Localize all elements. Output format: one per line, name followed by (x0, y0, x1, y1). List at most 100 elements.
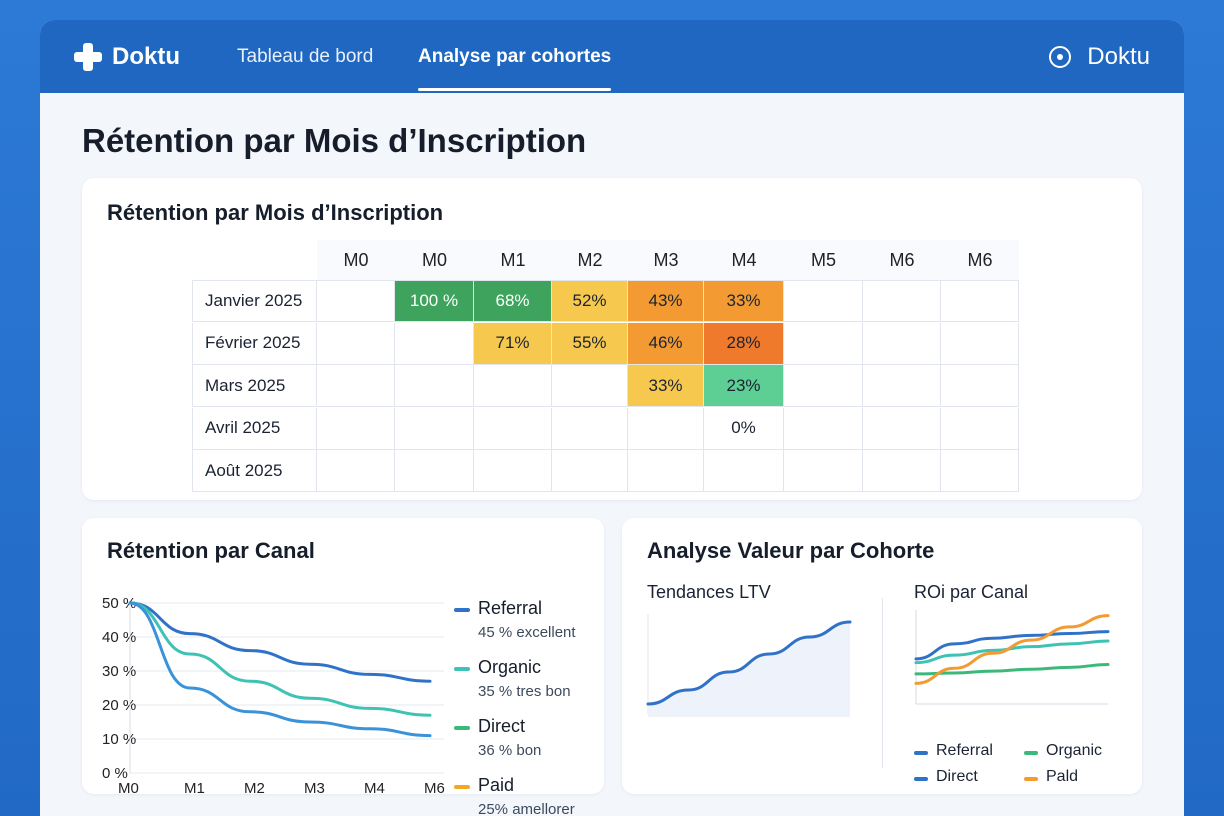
heatmap-cell (395, 407, 474, 450)
heatmap-cell (784, 450, 863, 492)
heatmap-cell (474, 407, 552, 450)
heatmap-cell (784, 280, 863, 322)
heatmap-cell (863, 450, 941, 492)
channel-retention-card: Rétention par Canal 50 % 40 % 30 % 20 % 10 %… (82, 518, 604, 816)
brand-name: Doktu (112, 42, 180, 70)
heatmap-row-label: Janvier 2025 (192, 280, 317, 322)
heatmap-cell: 52% (552, 280, 628, 322)
heatmap-cell (317, 450, 395, 492)
heatmap-cell: 43% (628, 280, 704, 322)
heatmap-cell (784, 365, 863, 407)
heatmap-row-label: Avril 2025 (192, 407, 317, 450)
ltv-trend-chart (646, 614, 852, 717)
legend-swatch (454, 667, 470, 671)
legend-subtitle: 36 % bon (478, 742, 542, 759)
x-tick-label: M0 (118, 780, 139, 793)
heatmap-cell: 23% (704, 365, 784, 407)
heatmap-cell (704, 450, 784, 492)
tab-cohort-analysis[interactable]: Analyse par cohortes (418, 20, 612, 93)
heatmap-cell (784, 407, 863, 450)
legend-subtitle: 45 % excellent (478, 624, 576, 641)
heatmap-column-header: M1 (474, 240, 552, 280)
heatmap-column-header: M0 (395, 240, 474, 280)
heatmap-cell (941, 280, 1019, 322)
heatmap-cell (317, 365, 395, 407)
heatmap-cell (628, 407, 704, 450)
heatmap-cell (317, 407, 395, 450)
legend-subtitle: 25% amellorer (478, 801, 575, 816)
channel-retention-chart: 50 %40 %30 %20 %10 %0 %M0 M1 M2 M3 M4 M6 (102, 595, 445, 793)
series-line-referral (128, 601, 432, 683)
x-tick-label: M1 (184, 780, 205, 793)
roi-legend-label: Referral (936, 742, 993, 759)
heatmap-cell (863, 322, 941, 365)
user-menu[interactable]: Doktu (1049, 20, 1150, 93)
heatmap-cell (941, 407, 1019, 450)
heatmap-cell (863, 280, 941, 322)
brand[interactable]: Doktu (74, 42, 180, 71)
series-line-organic (128, 601, 432, 717)
heatmap-cell (941, 322, 1019, 365)
roi-legend-swatch (914, 777, 928, 781)
app-window: Doktu Tableau de bord Analyse par cohort… (40, 20, 1184, 816)
heatmap-cell: 33% (628, 365, 704, 407)
heatmap-cell: 71% (474, 322, 552, 365)
roi-channel-chart (914, 610, 1110, 705)
heatmap-cell: 100 % (395, 280, 474, 322)
heatmap-column-header: M4 (704, 240, 784, 280)
tab-dashboard[interactable]: Tableau de bord (237, 20, 373, 93)
page-title: Rétention par Mois d’Inscription (82, 122, 587, 159)
heatmap-cell: 33% (704, 280, 784, 322)
heatmap-column-header: M5 (784, 240, 863, 280)
roi-legend-swatch (1024, 751, 1038, 755)
chart-divider (882, 598, 883, 768)
heatmap-cell (941, 450, 1019, 492)
roi-legend-swatch (914, 751, 928, 755)
y-tick-label: 10 % (102, 731, 136, 748)
ltv-chart-title: Tendances LTV (647, 582, 771, 602)
roi-chart-title: ROi par Canal (914, 582, 1029, 602)
x-tick-label: M3 (304, 780, 325, 793)
x-tick-label: M2 (244, 780, 265, 793)
heatmap-cell (317, 322, 395, 365)
value-card-title: Analyse Valeur par Cohorte (647, 538, 935, 563)
legend-name: Paid (478, 775, 515, 795)
heatmap-cell (395, 450, 474, 492)
user-name: Doktu (1087, 42, 1150, 70)
heatmap-cell (941, 365, 1019, 407)
x-tick-label: M6 (424, 780, 445, 793)
heatmap-cell (395, 365, 474, 407)
heatmap-cell: 55% (552, 322, 628, 365)
heatmap-cell: 0% (704, 407, 784, 450)
value-analysis-card: Analyse Valeur par Cohorte Tendances LTV… (622, 518, 1142, 794)
heatmap-cell: 68% (474, 280, 552, 322)
series-line-direct (128, 601, 432, 738)
channel-card-title: Rétention par Canal (107, 538, 315, 563)
heatmap-column-header: M6 (863, 240, 941, 280)
heatmap-row-label: Février 2025 (192, 322, 317, 365)
roi-legend-swatch (1024, 777, 1038, 781)
heatmap-card: Rétention par Mois d’Inscription M0 M0 M1 M… (82, 178, 1142, 500)
heatmap-column-header: M2 (552, 240, 628, 280)
heatmap-cell: 46% (628, 322, 704, 365)
user-circle-icon (1049, 45, 1072, 68)
heatmap-cell (474, 450, 552, 492)
legend-name: Direct (478, 716, 526, 736)
heatmap-row-label: Mars 2025 (192, 365, 317, 407)
x-tick-label: M4 (364, 780, 385, 793)
heatmap-cell (552, 365, 628, 407)
legend-swatch (454, 726, 470, 730)
heatmap-cell (784, 322, 863, 365)
legend-name: Referral (478, 598, 543, 618)
heatmap-cell (474, 365, 552, 407)
medical-cross-icon (74, 42, 102, 71)
legend-subtitle: 35 % tres bon (478, 683, 571, 700)
heatmap-cell (863, 407, 941, 450)
legend-swatch (454, 608, 470, 612)
heatmap-card-title: Rétention par Mois d’Inscription (107, 200, 444, 225)
heatmap-cell (628, 450, 704, 492)
heatmap-cell: 28% (704, 322, 784, 365)
heatmap-row-label: Août 2025 (192, 450, 317, 492)
legend-name: Organic (478, 657, 542, 677)
roi-legend-label: Pald (1046, 768, 1079, 785)
